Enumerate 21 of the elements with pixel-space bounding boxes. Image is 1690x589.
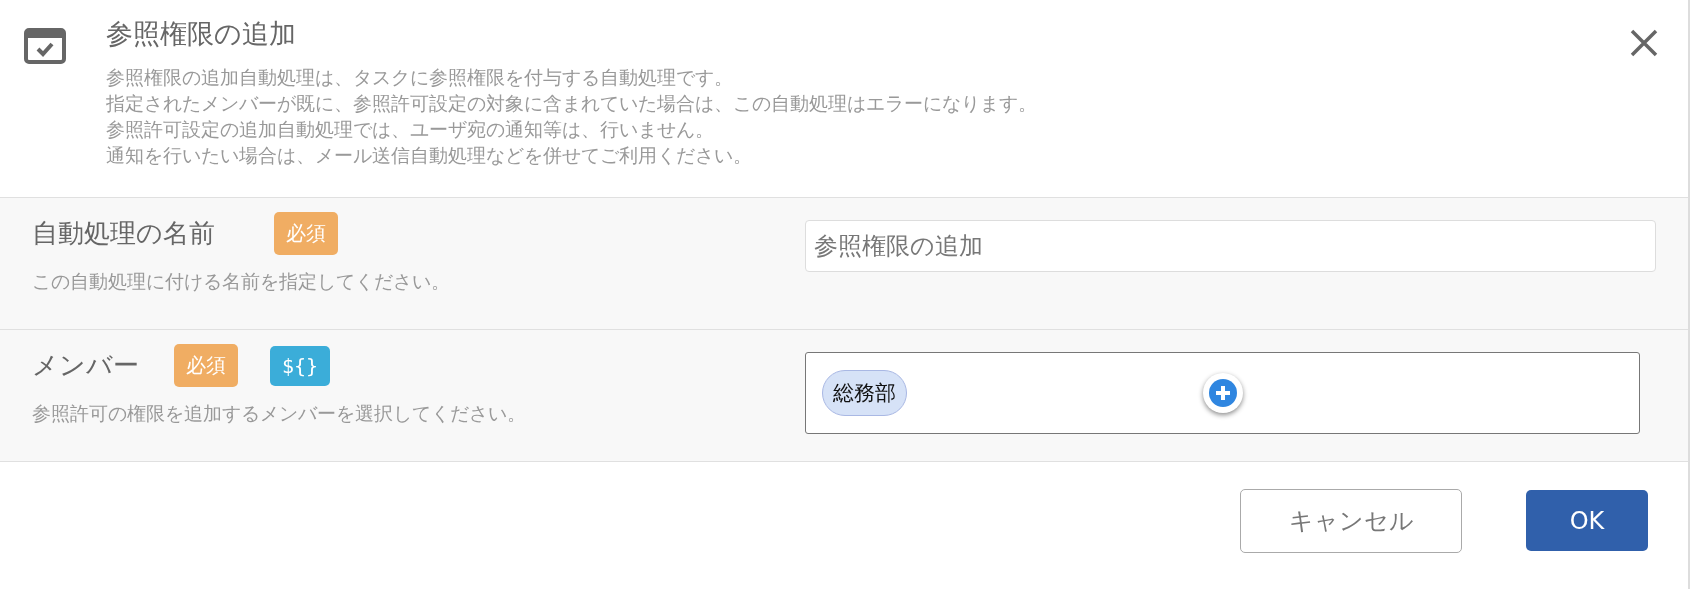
description-line: 参照許可設定の追加自動処理では、ユーザ宛の通知等は、行いません。 <box>106 117 715 142</box>
description-line: 指定されたメンバーが既に、参照許可設定の対象に含まれていた場合は、この自動処理はエラーになります。 <box>106 91 1038 116</box>
close-icon <box>1629 27 1659 58</box>
variable-badge: ${} <box>270 345 331 386</box>
field-label: メンバー <box>32 349 140 382</box>
checkbox-window-icon <box>24 28 66 64</box>
ok-button[interactable]: OK <box>1526 490 1648 551</box>
add-member-button[interactable] <box>1202 373 1243 413</box>
description-line: 参照権限の追加自動処理は、タスクに参照権限を付与する自動処理です。 <box>106 65 734 90</box>
cancel-button[interactable]: キャンセル <box>1240 488 1462 553</box>
member-field[interactable]: 総務部 <box>805 352 1640 434</box>
dialog-title: 参照権限の追加 <box>106 18 297 50</box>
field-help: 参照許可の権限を追加するメンバーを選択してください。 <box>32 401 527 426</box>
required-badge: 必須 <box>274 212 338 255</box>
field-label: 自動処理の名前 <box>32 217 216 250</box>
name-field[interactable]: 参照権限の追加 <box>805 220 1656 272</box>
member-chip[interactable]: 総務部 <box>822 370 907 416</box>
field-help: この自動処理に付ける名前を指定してください。 <box>32 269 451 294</box>
required-badge: 必須 <box>174 344 238 387</box>
plus-icon <box>1208 379 1237 407</box>
description-line: 通知を行いたい場合は、メール送信自動処理などを併せてご利用ください。 <box>106 143 753 168</box>
